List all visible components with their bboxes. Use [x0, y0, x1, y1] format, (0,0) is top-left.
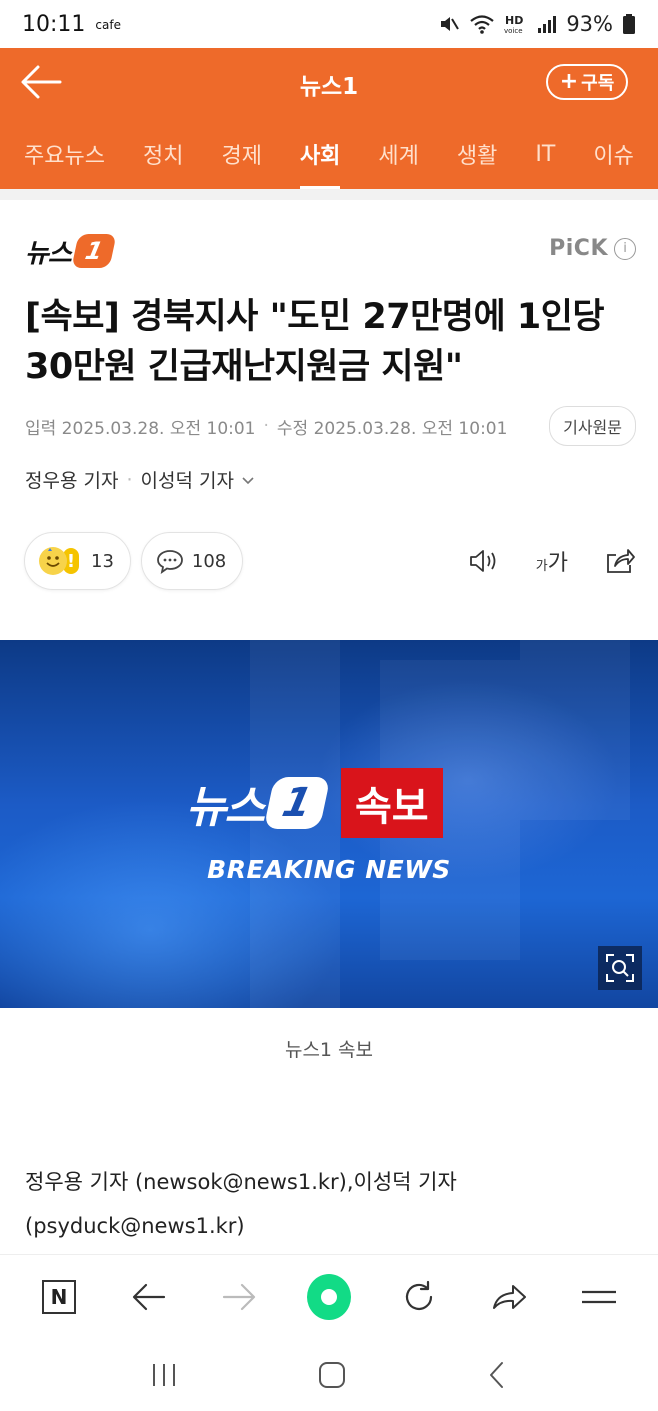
svg-text:HD: HD [505, 14, 523, 27]
back-button[interactable] [127, 1275, 171, 1319]
tab-society[interactable]: 사회 [299, 119, 341, 189]
reporters[interactable]: 정우용 기자 · 이성덕 기자 [25, 466, 254, 493]
logo-number: 1 [71, 234, 117, 268]
reporter-name: 정우용 기자 [25, 470, 119, 492]
article-meta: 입력 2025.03.28. 오전 10:01 · 수정 2025.03.28.… [25, 406, 636, 446]
back-arrow-icon[interactable] [20, 64, 62, 100]
breaking-news-brand: 뉴스 1 속보 [186, 768, 443, 838]
recents-icon[interactable] [149, 1361, 179, 1389]
body-line: (psyduck@news1.kr) [25, 1214, 245, 1238]
article-tools: 가가 [468, 545, 636, 577]
signal-icon [538, 16, 557, 33]
plus-icon: + [559, 69, 579, 94]
menu-icon [582, 1290, 616, 1303]
pick-badge[interactable]: PiCK i [549, 236, 636, 261]
font-large-label: 가 [547, 551, 568, 576]
hd-voice-icon: HDvoice [504, 14, 523, 35]
hero-brand-text: 뉴스 [186, 782, 265, 833]
tab-world[interactable]: 세계 [378, 119, 418, 189]
home-icon[interactable] [317, 1360, 347, 1390]
status-time: 10:11 [22, 11, 86, 37]
image-panel [520, 640, 630, 820]
green-dot-icon [307, 1273, 351, 1320]
article-headline: [속보] 경북지사 "도민 27만명에 1인당 30만원 긴급재난지원금 지원" [25, 297, 605, 387]
comment-icon [157, 550, 183, 574]
font-size-button[interactable]: 가가 [536, 545, 568, 577]
tab-economy[interactable]: 경제 [221, 119, 261, 189]
reload-button[interactable] [397, 1275, 441, 1319]
image-caption: 뉴스1 속보 [284, 1039, 374, 1061]
body-line: 정우용 기자 (newsok@news1.kr),이성덕 기자 [25, 1170, 457, 1194]
battery-icon [623, 14, 635, 34]
tab-politics[interactable]: 정치 [143, 119, 183, 189]
zoom-icon [606, 954, 634, 982]
original-article-button[interactable]: 기사원문 [549, 406, 636, 446]
hero-brand-number: 1 [263, 777, 331, 829]
breaking-badge: 속보 [340, 768, 443, 838]
svg-text:voice: voice [504, 27, 523, 35]
article-body: 정우용 기자 (newsok@news1.kr),이성덕 기자 (psyduck… [25, 1160, 625, 1248]
share-icon[interactable] [604, 547, 636, 575]
smile-emoji-icon [39, 547, 67, 575]
share-arrow-icon [493, 1284, 526, 1309]
image-zoom-button[interactable] [598, 946, 642, 990]
back-icon [132, 1283, 166, 1310]
naver-home-icon: N [42, 1279, 76, 1314]
tab-issue[interactable]: 이슈 [593, 119, 633, 189]
reporter-name: 이성덕 기자 [140, 470, 234, 492]
comment-count: 108 [191, 550, 227, 572]
naver-home-button[interactable]: N [37, 1275, 81, 1319]
reporter-separator: · [126, 468, 133, 491]
back-nav-icon[interactable] [485, 1360, 509, 1390]
section-divider [0, 189, 658, 200]
logo-text: 뉴스 [25, 238, 72, 269]
status-bar: 10:11 cafe HD voice 93% [0, 0, 658, 48]
subscribe-button[interactable]: + 구독 [546, 64, 628, 100]
android-nav-bar [0, 1338, 658, 1411]
modified-date: 수정 2025.03.28. 오전 10:01 [276, 418, 508, 439]
wifi-icon [470, 15, 495, 34]
forward-icon [222, 1283, 256, 1310]
speaker-icon[interactable] [468, 547, 500, 575]
info-icon[interactable]: i [614, 237, 636, 260]
published-date: 입력 2025.03.28. 오전 10:01 [25, 418, 256, 439]
battery-percent: 93% [566, 12, 613, 36]
tab-main-news[interactable]: 주요뉴스 [24, 119, 105, 189]
tab-it[interactable]: IT [535, 119, 555, 189]
menu-button[interactable] [577, 1275, 621, 1319]
status-icons: HD voice 93% [438, 12, 636, 36]
meta-separator: · [263, 416, 269, 436]
share-button[interactable] [487, 1275, 531, 1319]
category-tabs: 주요뉴스 정치 경제 사회 세계 생활 IT 이슈 [0, 119, 658, 189]
green-dot-button[interactable] [307, 1273, 351, 1320]
reaction-count: 13 [91, 550, 114, 572]
browser-toolbar: N [0, 1254, 658, 1338]
font-small-label: 가 [535, 559, 548, 574]
comment-button[interactable]: 108 [140, 532, 244, 590]
reload-icon [405, 1280, 433, 1310]
pick-label: PiCK [549, 236, 608, 261]
reaction-row: ! 13 108 가가 [24, 532, 636, 590]
reaction-button[interactable]: ! 13 [24, 532, 131, 590]
forward-button[interactable] [217, 1275, 261, 1319]
mute-icon [441, 17, 460, 31]
app-header: 뉴스1 + 구독 [0, 48, 658, 119]
press-logo[interactable]: 뉴스 1 [25, 233, 117, 269]
chevron-down-icon [242, 476, 254, 484]
subscribe-label: 구독 [581, 73, 615, 94]
tab-life[interactable]: 생활 [457, 119, 497, 189]
breaking-news-label: BREAKING NEWS [207, 855, 451, 884]
status-app-indicator: cafe [95, 18, 121, 32]
